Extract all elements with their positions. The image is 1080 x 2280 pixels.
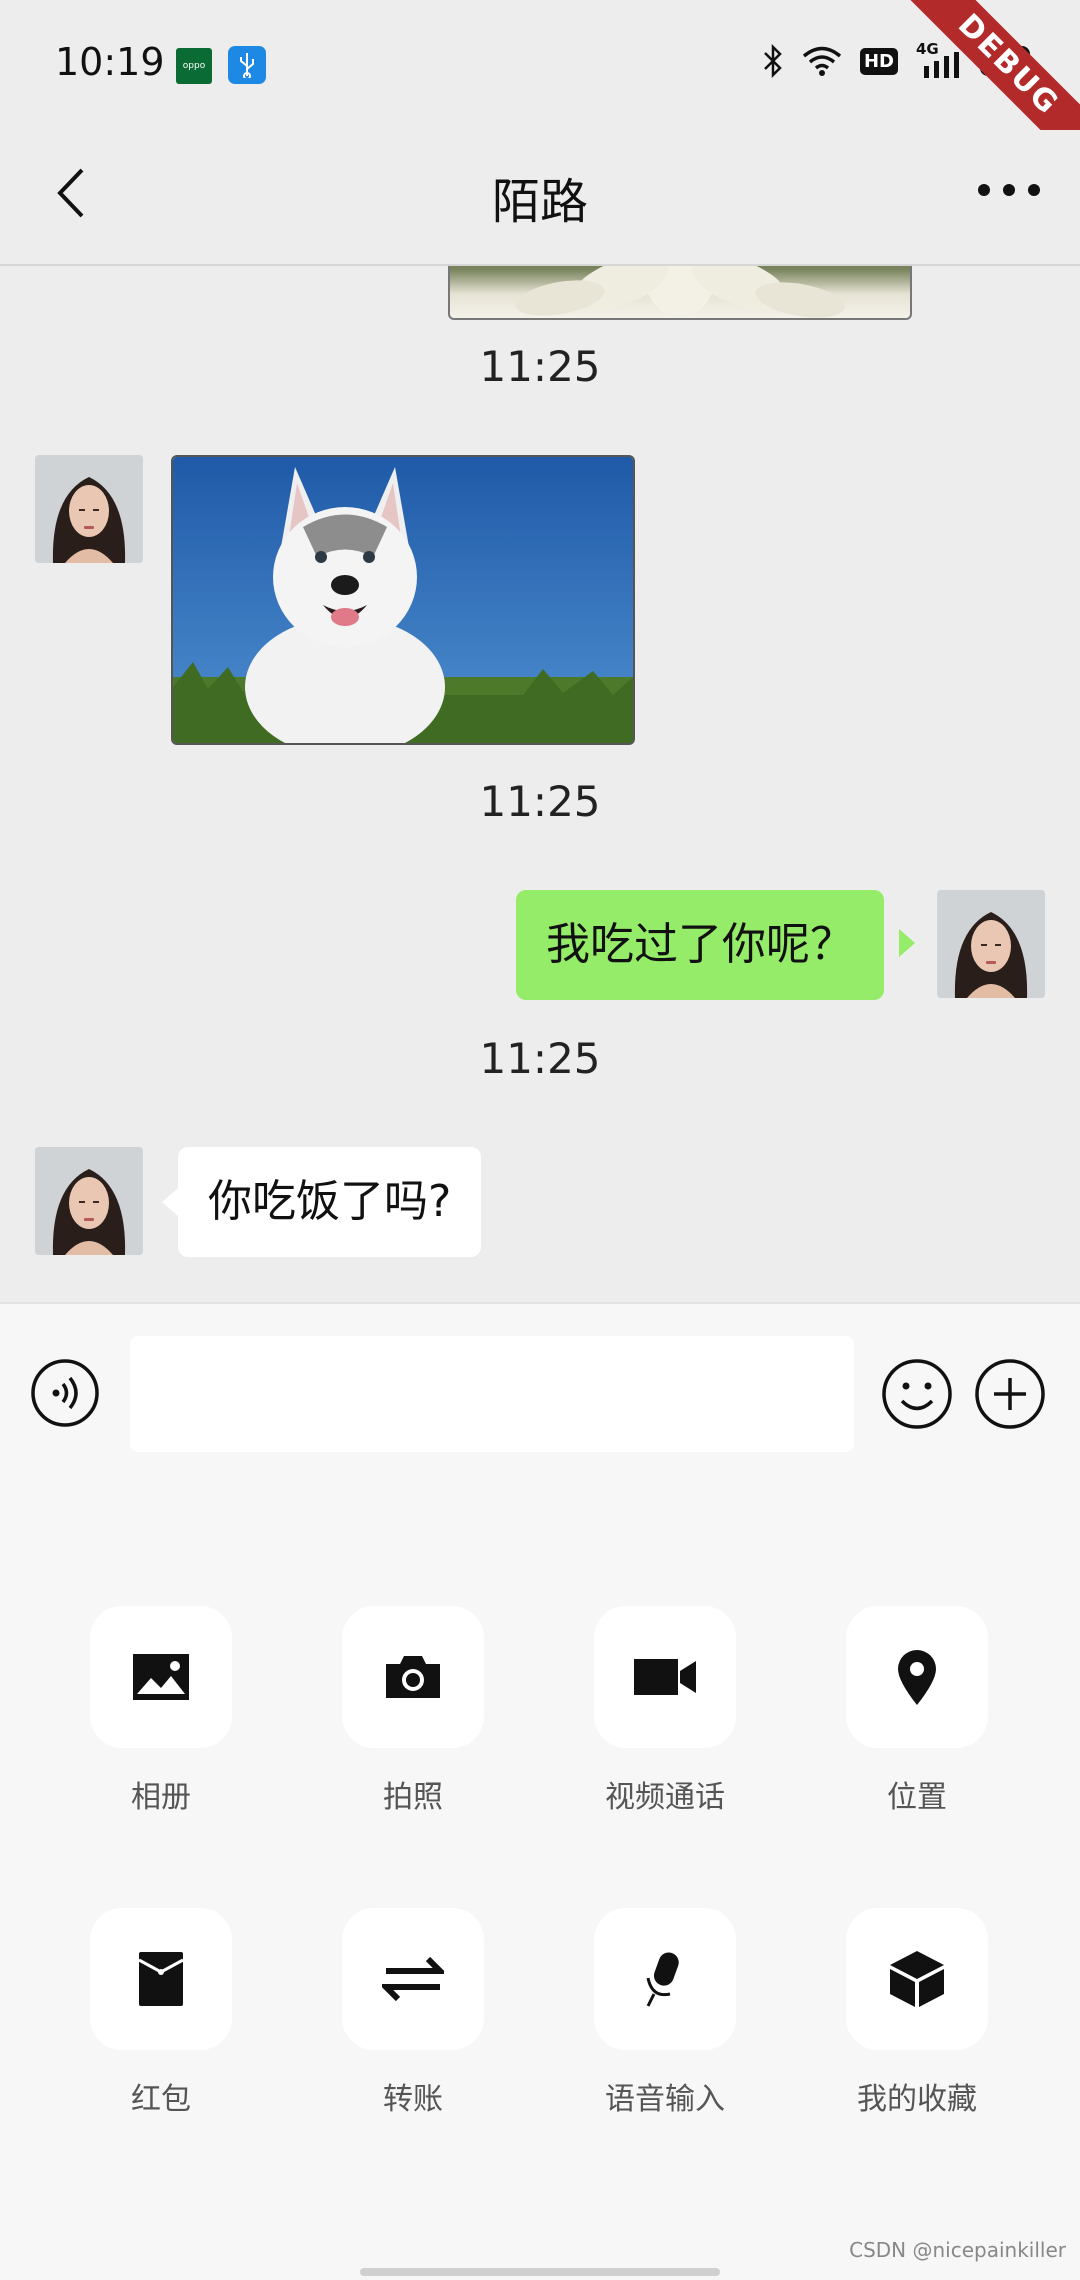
more-actions-panel: 相册 拍照 视频通话 位置 红包 转账 语音输入 我的收藏 xyxy=(0,1480,1080,2280)
flower-image-message[interactable] xyxy=(448,266,912,320)
avatar-image xyxy=(937,890,1045,998)
red-packet-icon xyxy=(138,1952,184,2006)
usb-icon xyxy=(228,46,266,84)
voice-input-button[interactable] xyxy=(594,1908,736,2050)
emoji-icon xyxy=(882,1359,952,1429)
status-time: 10:19 xyxy=(55,40,165,84)
voice-button[interactable] xyxy=(30,1358,100,1432)
home-indicator[interactable] xyxy=(360,2268,720,2276)
action-label: 视频通话 xyxy=(605,1780,725,1815)
oppo-app-icon: oppo xyxy=(176,48,212,84)
input-bar xyxy=(0,1302,1080,1482)
contact-avatar[interactable] xyxy=(35,455,143,563)
red-packet-button[interactable] xyxy=(90,1908,232,2050)
camera-icon xyxy=(386,1656,440,1698)
action-label: 我的收藏 xyxy=(857,2082,977,2117)
message-timestamp: 11:25 xyxy=(479,1034,601,1083)
action-label: 语音输入 xyxy=(605,2082,725,2117)
nav-bar: 陌路 xyxy=(0,130,1080,266)
action-label: 相册 xyxy=(131,1780,191,1815)
watermark: CSDN @nicepainkiller xyxy=(849,2238,1066,2262)
cube-icon xyxy=(890,1951,944,2007)
flower-image xyxy=(515,266,845,318)
husky-image-message[interactable] xyxy=(171,455,635,745)
action-label: 位置 xyxy=(887,1780,947,1815)
voice-icon xyxy=(31,1359,99,1427)
message-input[interactable] xyxy=(130,1336,854,1452)
page-title: 陌路 xyxy=(491,174,588,230)
husky-photo xyxy=(173,457,633,743)
transfer-icon xyxy=(382,1956,444,2002)
transfer-button[interactable] xyxy=(342,1908,484,2050)
action-label: 拍照 xyxy=(383,1780,443,1815)
video-call-button[interactable] xyxy=(594,1606,736,1748)
album-button[interactable] xyxy=(90,1606,232,1748)
status-bar: 10:19 oppo HD 4G 100 DEBUG xyxy=(0,0,1080,174)
message-timestamp: 11:25 xyxy=(479,342,601,391)
camera-button[interactable] xyxy=(342,1606,484,1748)
chat-area[interactable]: 11:25 11:25 我吃过了你呢？ 11:25 你吃饭了吗? xyxy=(0,266,1080,1302)
action-label: 红包 xyxy=(131,2082,191,2117)
emoji-button[interactable] xyxy=(881,1358,953,1434)
location-button[interactable] xyxy=(846,1606,988,1748)
bubble-tail xyxy=(162,1188,178,1216)
location-icon xyxy=(898,1649,936,1705)
more-button[interactable] xyxy=(974,160,1044,220)
hd-icon: HD xyxy=(859,47,898,75)
bubble-tail xyxy=(899,929,915,957)
avatar-image xyxy=(35,455,143,563)
image-icon xyxy=(133,1654,189,1700)
contact-avatar[interactable] xyxy=(35,1147,143,1255)
favorites-button[interactable] xyxy=(846,1908,988,2050)
action-label: 转账 xyxy=(383,2082,443,2117)
plus-button[interactable] xyxy=(974,1358,1046,1434)
plus-circle-icon xyxy=(975,1359,1045,1429)
wifi-icon xyxy=(802,46,842,76)
video-icon xyxy=(634,1659,696,1695)
received-message-bubble[interactable]: 你吃饭了吗? xyxy=(178,1147,482,1257)
message-timestamp: 11:25 xyxy=(479,777,601,826)
microphone-icon xyxy=(646,1952,679,2007)
bluetooth-icon xyxy=(764,44,782,78)
sent-message-bubble[interactable]: 我吃过了你呢？ xyxy=(516,890,884,1000)
my-avatar[interactable] xyxy=(937,890,1045,998)
avatar-image xyxy=(35,1147,143,1255)
more-icon xyxy=(978,184,1040,196)
signal-icon: 4G xyxy=(916,40,962,78)
